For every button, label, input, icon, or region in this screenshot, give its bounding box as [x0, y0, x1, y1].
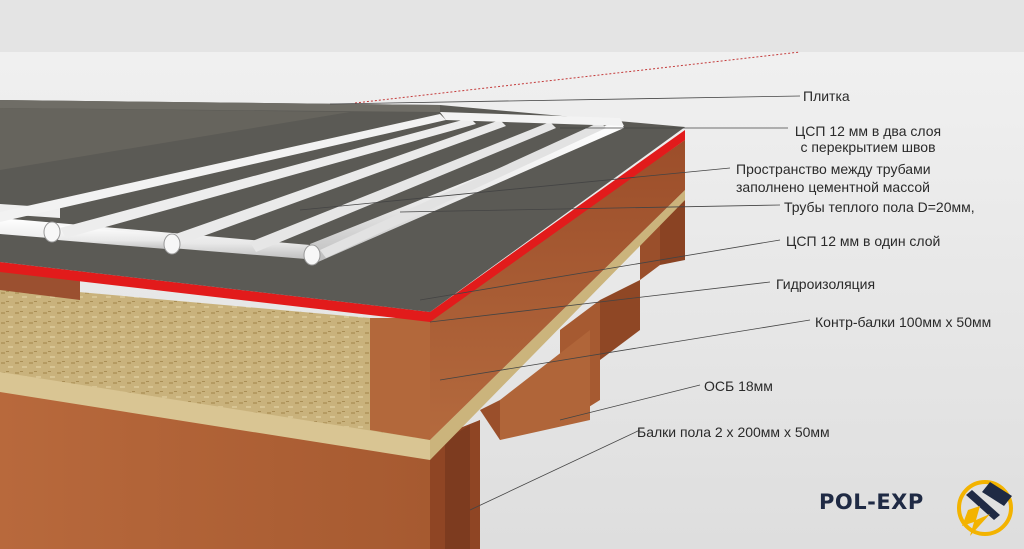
diagram-canvas: Плитка ЦСП 12 мм в два слоя с перекрытие… [0, 0, 1024, 549]
label-space-between-line2: заполнено цементной массой [736, 179, 930, 195]
label-counter-beams: Контр-балки 100мм х 50мм [815, 314, 992, 330]
label-pipes: Трубы теплого пола D=20мм, [784, 199, 975, 215]
logo-text: POL-EXP [819, 490, 924, 514]
label-tile: Плитка [803, 88, 850, 104]
label-dsp-two-layers-line1: ЦСП 12 мм в два слоя [794, 123, 942, 139]
pipe-end-2 [163, 233, 181, 255]
label-dsp-two-layers-line2: с перекрытием швов [800, 139, 936, 155]
label-waterproofing: Гидроизоляция [776, 276, 876, 292]
label-osb: ОСБ 18мм [704, 378, 773, 394]
label-dsp-one-layer: ЦСП 12 мм в один слой [786, 233, 941, 249]
label-space-between-line1: Пространство между трубами [736, 161, 931, 177]
label-floor-beams: Балки пола 2 х 200мм х 50мм [637, 424, 830, 440]
counter-beam-front [370, 318, 430, 440]
pipe-end-1 [43, 221, 61, 243]
pipe-end-3 [303, 244, 321, 266]
floor-beam-front-shadow [445, 425, 470, 549]
floor-layers-illustration [0, 0, 1024, 549]
top-band [0, 0, 1024, 52]
